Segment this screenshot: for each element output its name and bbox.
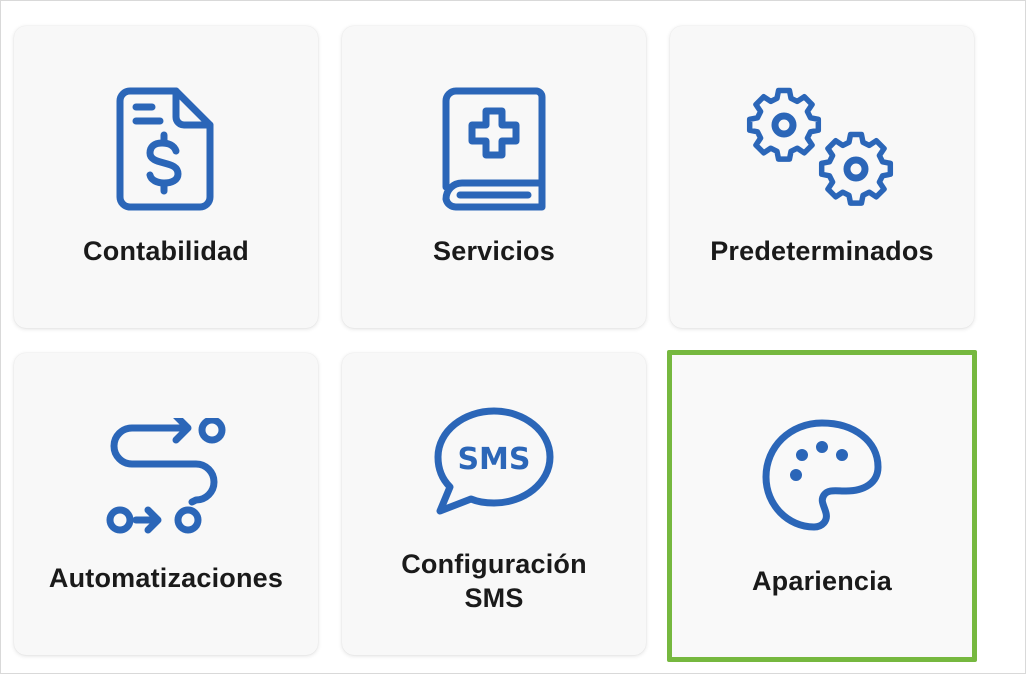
settings-grid: Contabilidad Servicios Predeterminados A…	[0, 0, 1026, 674]
tile-apariencia[interactable]: Apariencia	[667, 350, 977, 662]
tile-label: Configuración SMS	[401, 549, 587, 613]
tile-label: Automatizaciones	[48, 563, 284, 593]
sms-bubble-icon: SMS	[414, 397, 574, 527]
medical-book-icon	[414, 84, 574, 214]
tile-label: Predeterminados	[710, 236, 934, 266]
palette-icon	[742, 410, 902, 540]
route-automation-icon	[86, 411, 246, 541]
invoice-dollar-icon	[86, 84, 246, 214]
gears-icon	[742, 84, 902, 214]
svg-text:SMS: SMS	[457, 442, 530, 477]
tile-configuracion-sms[interactable]: SMS Configuración SMS	[342, 353, 646, 655]
tile-predeterminados[interactable]: Predeterminados	[670, 26, 974, 328]
tile-servicios[interactable]: Servicios	[342, 26, 646, 328]
tile-label: Apariencia	[751, 566, 893, 596]
tile-label: Servicios	[433, 236, 555, 266]
tile-automatizaciones[interactable]: Automatizaciones	[14, 353, 318, 655]
tile-contabilidad[interactable]: Contabilidad	[14, 26, 318, 328]
tile-label: Contabilidad	[83, 236, 249, 266]
